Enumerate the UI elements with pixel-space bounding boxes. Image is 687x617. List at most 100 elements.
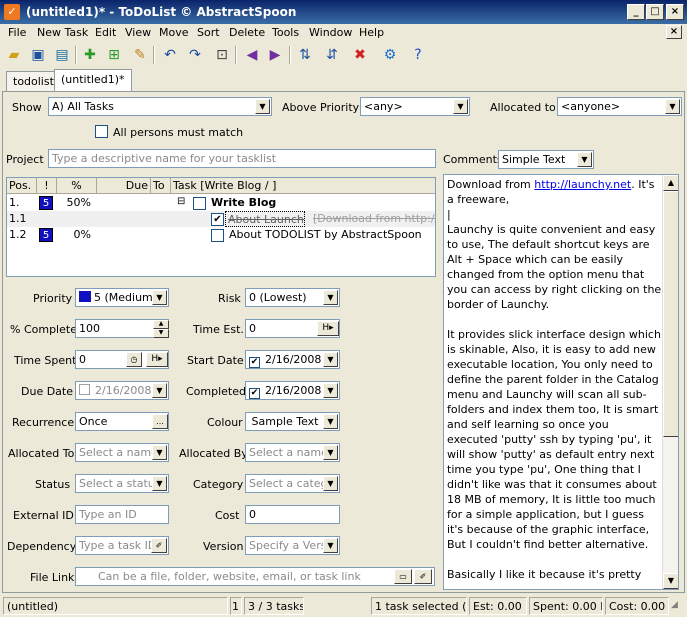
browse-folder-icon[interactable]: ▭ [394, 569, 412, 584]
col-to-header[interactable]: To [151, 178, 171, 194]
chevron-down-icon[interactable]: ▼ [323, 445, 338, 460]
menu-delete[interactable]: Delete [229, 26, 265, 39]
all-persons-checkbox[interactable] [95, 125, 108, 138]
allocated-to-select[interactable]: Select a name ▼ [75, 443, 169, 462]
chevron-down-icon[interactable]: ▼ [323, 414, 338, 429]
menu-view[interactable]: View [125, 26, 151, 39]
completed-date-picker[interactable]: ✔ 2/16/2008 ▼ [245, 381, 340, 400]
fit-view-icon[interactable]: ⊡ [212, 45, 232, 65]
category-select[interactable]: Select a catego ▼ [245, 474, 340, 493]
chevron-down-icon[interactable]: ▼ [255, 99, 270, 114]
col-task-header[interactable]: Task [Write Blog / ] [171, 178, 435, 194]
start-date-picker[interactable]: ✔ 2/16/2008 ▼ [245, 350, 340, 369]
comments-scrollbar[interactable]: ▲ ▼ [662, 175, 678, 589]
external-id-input[interactable]: Type an ID [75, 505, 169, 524]
file-link-input[interactable]: Can be a file, folder, website, email, o… [75, 567, 435, 586]
tab-untitled1[interactable]: (untitled1)* [54, 69, 132, 92]
move-left-icon[interactable]: ◀ [242, 45, 262, 65]
recurrence-options-button[interactable]: ... [152, 414, 168, 429]
chevron-down-icon[interactable]: ▼ [323, 352, 338, 367]
task-grid[interactable]: Pos. ! % Due To Task [Write Blog / ] 1. … [6, 177, 436, 277]
maximize-button[interactable]: □ [646, 4, 664, 20]
chevron-down-icon[interactable]: ▼ [152, 290, 167, 305]
comments-editor[interactable]: Download from http://launchy.net. It's a… [443, 174, 679, 590]
doc-close-button[interactable]: × [666, 25, 682, 39]
clock-icon[interactable]: ◷ [126, 352, 142, 367]
row1-task-title[interactable]: Write Blog [209, 195, 429, 211]
chevron-down-icon[interactable]: ▼ [323, 290, 338, 305]
due-date-checkbox[interactable] [79, 384, 90, 395]
spin-up-icon[interactable]: ▲ [153, 320, 169, 329]
sort-tree-icon[interactable]: ⇵ [322, 45, 342, 65]
undo-icon[interactable]: ↶ [160, 45, 180, 65]
chevron-down-icon[interactable]: ▼ [665, 99, 680, 114]
row1-done-checkbox[interactable] [193, 197, 206, 210]
colour-select[interactable]: Sample Text ▼ [245, 412, 340, 431]
risk-select[interactable]: 0 (Lowest) ▼ [245, 288, 340, 307]
menu-move[interactable]: Move [159, 26, 189, 39]
save-icon[interactable]: ▣ [28, 45, 48, 65]
chevron-down-icon[interactable]: ▼ [323, 383, 338, 398]
tab-todolist[interactable]: todolist [6, 71, 61, 91]
close-button[interactable]: × [666, 4, 684, 20]
col-flag-header[interactable]: ! [37, 178, 57, 194]
sort-icon[interactable]: ⇅ [295, 45, 315, 65]
redo-icon[interactable]: ↷ [185, 45, 205, 65]
chevron-down-icon[interactable]: ▼ [453, 99, 468, 114]
chevron-down-icon[interactable]: ▼ [323, 476, 338, 491]
col-due-header[interactable]: Due [97, 178, 151, 194]
menu-file[interactable]: File [8, 26, 26, 39]
scroll-thumb[interactable] [663, 191, 678, 437]
open-link-icon[interactable]: ✐ [414, 569, 432, 584]
due-date-picker[interactable]: 2/16/2008 ▼ [75, 381, 169, 400]
help-icon[interactable]: ? [408, 45, 428, 65]
move-right-icon[interactable]: ▶ [265, 45, 285, 65]
menu-sort[interactable]: Sort [197, 26, 220, 39]
gear-icon[interactable]: ⚙ [380, 45, 400, 65]
menu-tools[interactable]: Tools [272, 26, 299, 39]
chevron-down-icon[interactable]: ▼ [577, 152, 592, 167]
allocated-to-filter-select[interactable]: <anyone> ▼ [557, 97, 682, 116]
above-priority-select[interactable]: <any> ▼ [360, 97, 470, 116]
col-pos-header[interactable]: Pos. [7, 178, 37, 194]
chevron-down-icon[interactable]: ▼ [152, 445, 167, 460]
scroll-up-icon[interactable]: ▲ [663, 175, 678, 191]
allocated-by-select[interactable]: Select a name ▼ [245, 443, 340, 462]
new-subtask-icon[interactable]: ⊞ [104, 45, 124, 65]
cost-input[interactable]: 0 [245, 505, 340, 524]
chevron-down-icon[interactable]: ▼ [323, 538, 338, 553]
version-select[interactable]: Specify a Versi ▼ [245, 536, 340, 555]
time-estimate-unit-button[interactable]: H▸ [317, 321, 339, 336]
scroll-down-icon[interactable]: ▼ [663, 573, 678, 589]
resize-grip-icon[interactable]: ◢ [671, 600, 685, 614]
edit-pencil-icon[interactable]: ✎ [130, 45, 150, 65]
row2-done-checkbox[interactable]: ✔ [211, 213, 224, 226]
spin-down-icon[interactable]: ▼ [153, 329, 169, 338]
new-task-icon[interactable]: ✚ [80, 45, 100, 65]
open-folder-icon[interactable]: ▰ [4, 45, 24, 65]
completed-date-checkbox[interactable]: ✔ [249, 388, 260, 399]
time-spent-unit-button[interactable]: H▸ [146, 352, 168, 367]
row3-done-checkbox[interactable] [211, 229, 224, 242]
col-percent-header[interactable]: % [57, 178, 97, 194]
row3-task-title[interactable]: About TODOLIST by AbstractSpoon [227, 227, 435, 243]
menu-window[interactable]: Window [309, 26, 352, 39]
show-filter-select[interactable]: A) All Tasks ▼ [48, 97, 272, 116]
minimize-button[interactable]: _ [627, 4, 645, 20]
menu-help[interactable]: Help [359, 26, 384, 39]
menu-edit[interactable]: Edit [95, 26, 116, 39]
row1-expander-icon[interactable]: ⊟ [175, 195, 189, 211]
status-select[interactable]: Select a status ▼ [75, 474, 169, 493]
save-all-icon[interactable]: ▤ [52, 45, 72, 65]
chevron-down-icon[interactable]: ▼ [152, 476, 167, 491]
comments-type-select[interactable]: Simple Text ▼ [498, 150, 594, 169]
priority-select[interactable]: 5 (Medium) ▼ [75, 288, 169, 307]
menu-new-task[interactable]: New Task [37, 26, 88, 39]
row2-task-title[interactable]: About Launchy [225, 211, 305, 227]
project-name-input[interactable]: Type a descriptive name for your tasklis… [48, 149, 436, 168]
comments-text[interactable]: Download from http://launchy.net. It's a… [447, 177, 662, 582]
delete-icon[interactable]: ✖ [350, 45, 370, 65]
start-date-checkbox[interactable]: ✔ [249, 357, 260, 368]
dependency-link-icon[interactable]: ✐ [151, 538, 167, 553]
launchy-link[interactable]: http://launchy.net [534, 178, 631, 191]
